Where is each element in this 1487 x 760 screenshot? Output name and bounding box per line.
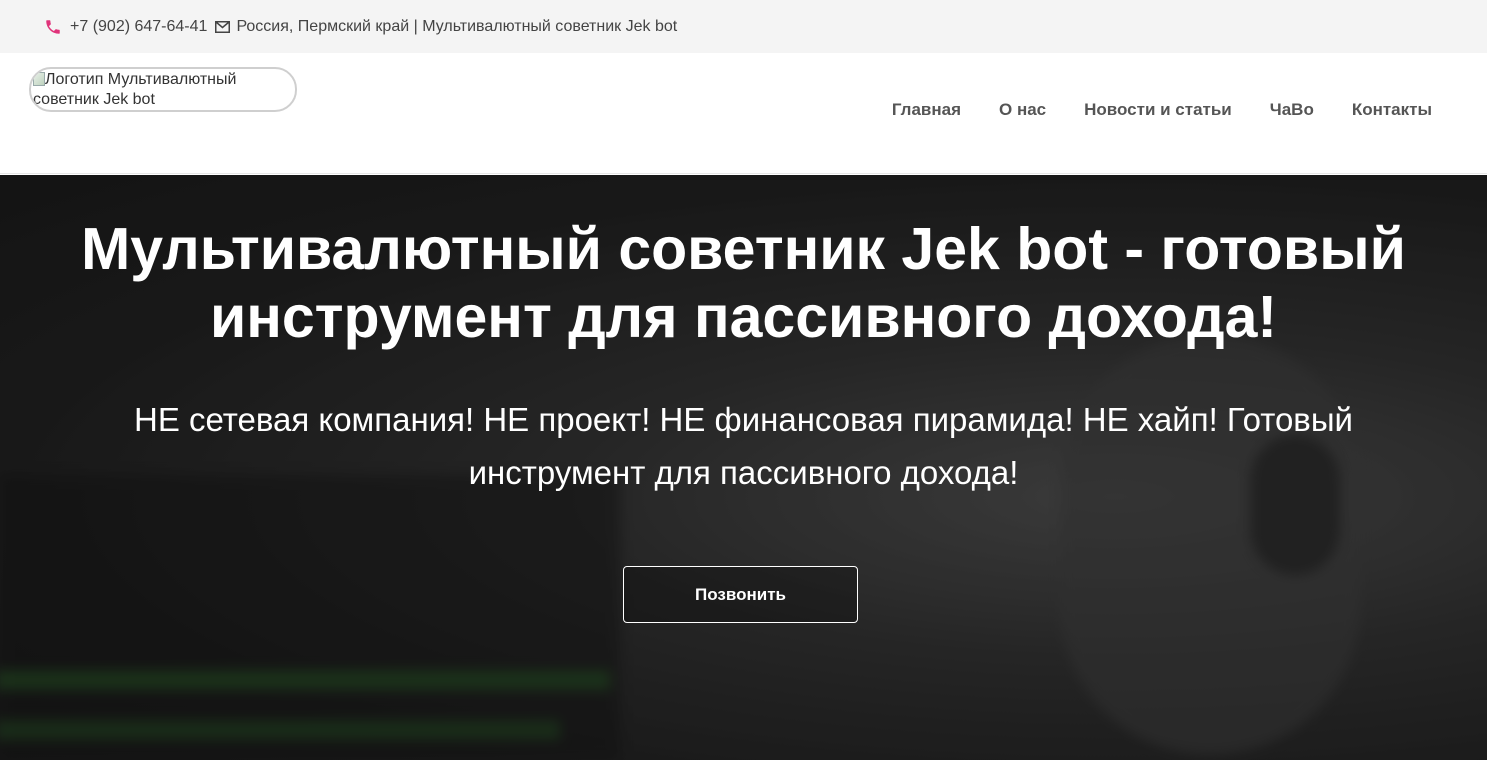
phone-number[interactable]: +7 (902) 647-64-41	[70, 18, 207, 36]
address-text: Россия, Пермский край | Мультивалютный с…	[236, 17, 678, 35]
nav-item-contacts[interactable]: Контакты	[1352, 100, 1432, 120]
phone-icon	[44, 18, 62, 36]
site-logo[interactable]: Логотип Мультивалютный советник Jek bot	[29, 67, 297, 112]
broken-image-icon	[33, 72, 45, 86]
nav-item-home[interactable]: Главная	[892, 100, 961, 120]
main-nav: Главная О нас Новости и статьи ЧаВо Конт…	[892, 100, 1432, 120]
hero-subtitle: НЕ сетевая компания! НЕ проект! НЕ финан…	[133, 401, 1353, 491]
site-header: Логотип Мультивалютный советник Jek bot …	[0, 53, 1487, 174]
logo-alt-text: Логотип Мультивалютный советник Jek bot	[33, 71, 237, 108]
hero-title: Мультивалютный советник Jek bot - готовы…	[81, 216, 1406, 350]
call-button[interactable]: Позвонить	[623, 566, 858, 623]
nav-item-about[interactable]: О нас	[999, 100, 1046, 120]
mail-icon	[215, 20, 231, 33]
nav-item-faq[interactable]: ЧаВо	[1270, 100, 1314, 120]
hero-section: Мультивалютный советник Jek bot - готовы…	[0, 175, 1487, 760]
nav-item-news[interactable]: Новости и статьи	[1084, 100, 1232, 120]
top-contact-bar: +7 (902) 647-64-41 Россия, Пермский край…	[0, 0, 1487, 53]
